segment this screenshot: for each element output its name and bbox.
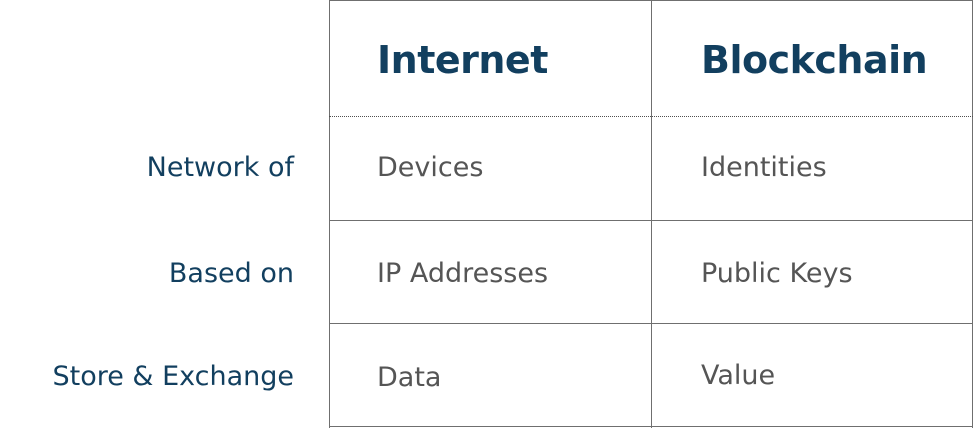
grid-line-left bbox=[329, 0, 330, 428]
row-label-based-on: Based on bbox=[168, 258, 294, 289]
grid-line-bottom bbox=[329, 426, 973, 427]
grid-line-header-divider bbox=[329, 116, 973, 117]
column-header-internet: Internet bbox=[377, 38, 548, 82]
grid-line-row-1 bbox=[329, 220, 973, 221]
cell-blockchain-based-on: Public Keys bbox=[701, 258, 853, 289]
cell-blockchain-store-exchange: Value bbox=[701, 360, 776, 391]
grid-line-row-2 bbox=[329, 323, 973, 324]
cell-internet-based-on: IP Addresses bbox=[377, 258, 549, 289]
grid-line-right bbox=[972, 0, 973, 428]
row-label-network-of: Network of bbox=[146, 152, 294, 183]
column-header-blockchain: Blockchain bbox=[701, 38, 928, 82]
grid-line-top bbox=[329, 0, 973, 1]
cell-internet-network-of: Devices bbox=[377, 152, 484, 183]
cell-blockchain-network-of: Identities bbox=[701, 152, 827, 183]
grid-line-middle bbox=[651, 0, 652, 428]
cell-internet-store-exchange: Data bbox=[377, 362, 442, 393]
row-label-store-exchange: Store & Exchange bbox=[52, 361, 294, 392]
comparison-table: Internet Blockchain Network of Devices I… bbox=[0, 0, 974, 428]
